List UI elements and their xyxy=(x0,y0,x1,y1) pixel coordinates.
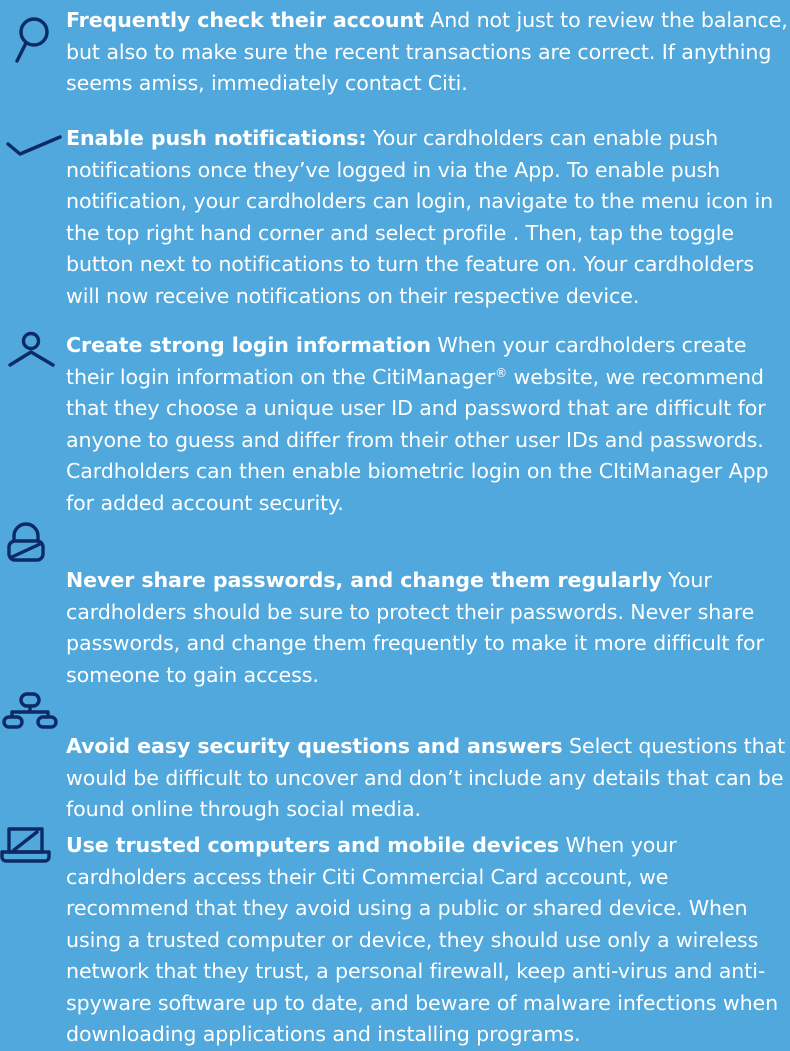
tip-text: Use trusted computers and mobile devices… xyxy=(66,830,788,1051)
security-tips-page: Frequently check their account And not j… xyxy=(0,0,790,1046)
tip-title: Never share passwords, and change them r… xyxy=(66,568,662,592)
tip-body: When your cardholders access their Citi … xyxy=(66,833,779,1046)
tip-text: Create strong login information When you… xyxy=(66,330,788,519)
registered-mark: ® xyxy=(495,365,508,380)
padlock-icon xyxy=(6,522,68,563)
checkmark-icon xyxy=(6,132,68,162)
tip-title: Use trusted computers and mobile devices xyxy=(66,833,560,857)
tip-text: Frequently check their account And not j… xyxy=(66,5,788,100)
user-icon xyxy=(6,331,68,371)
tip-title: Avoid easy security questions and answer… xyxy=(66,734,563,758)
network-icon xyxy=(2,692,64,730)
laptop-icon xyxy=(0,826,62,866)
tip-body: Your cardholders can enable push notific… xyxy=(66,126,774,308)
tip-text: Enable push notifications: Your cardhold… xyxy=(66,123,788,312)
tip-text: Avoid easy security questions and answer… xyxy=(66,731,788,826)
tip-title: Enable push notifications: xyxy=(66,126,367,150)
tip-title: Frequently check their account xyxy=(66,8,424,32)
tip-text: Never share passwords, and change them r… xyxy=(66,565,788,691)
tip-title: Create strong login information xyxy=(66,333,431,357)
